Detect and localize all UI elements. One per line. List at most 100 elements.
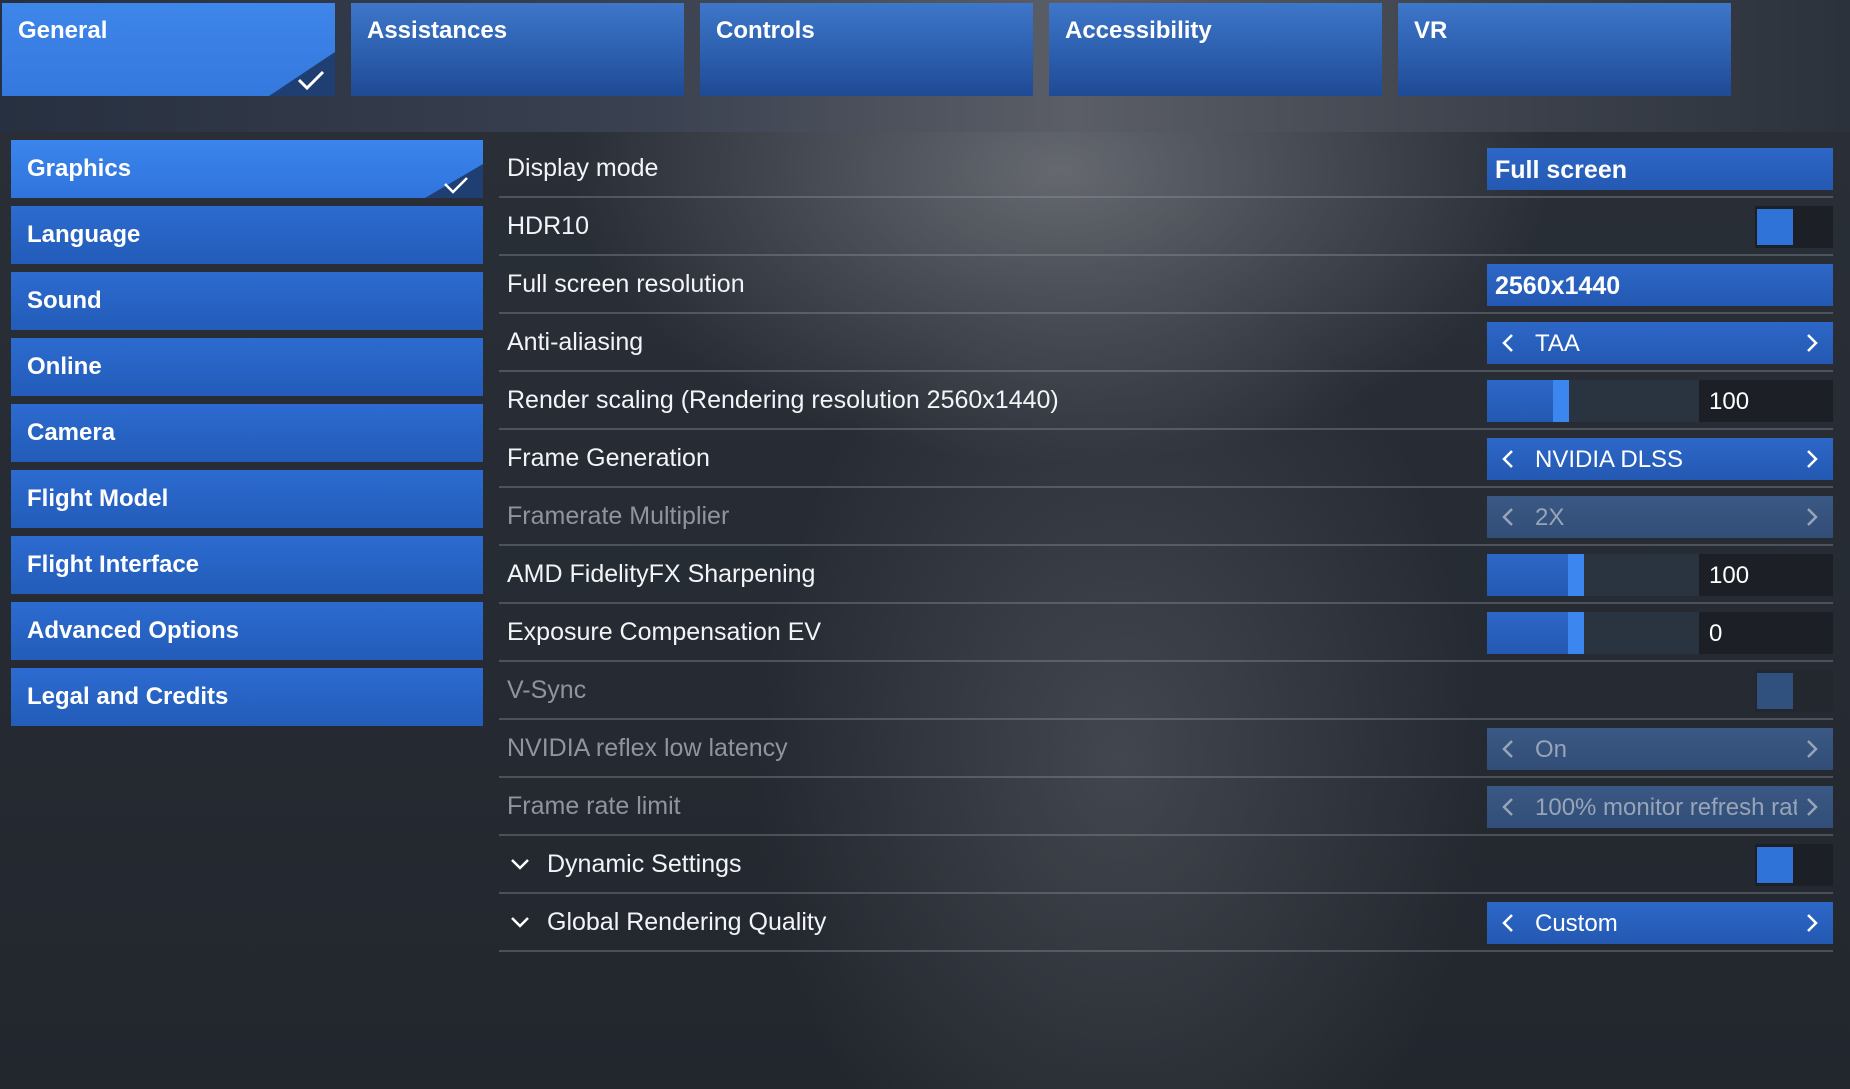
- slider-track: [1487, 380, 1699, 422]
- chevron-down-icon[interactable]: [509, 853, 531, 875]
- sidebar-item-label: Language: [27, 221, 141, 248]
- setting-fidelityfx-sharpening: AMD FidelityFX Sharpening 100: [499, 546, 1833, 604]
- tab-label: Controls: [716, 17, 815, 44]
- sidebar-item-label: Camera: [27, 419, 116, 446]
- slider-track: [1487, 554, 1699, 596]
- tab-assistances[interactable]: Assistances: [351, 3, 684, 96]
- anti-aliasing-value: TAA: [1535, 330, 1580, 357]
- setting-label: Display mode: [507, 154, 659, 182]
- display-mode-value: Full screen: [1495, 156, 1627, 184]
- exposure-value: 0: [1709, 620, 1723, 647]
- setting-label: Render scaling (Rendering resolution 256…: [507, 386, 1059, 414]
- chevron-right-icon: [1807, 798, 1818, 816]
- resolution-dropdown[interactable]: 2560x1440: [1487, 264, 1833, 306]
- setting-label: Frame rate limit: [507, 792, 681, 820]
- render-scaling-slider[interactable]: 100: [1487, 380, 1833, 422]
- tab-vr[interactable]: VR: [1398, 3, 1731, 96]
- frame-generation-selector[interactable]: NVIDIA DLSS: [1487, 438, 1833, 480]
- frame-rate-limit-selector: 100% monitor refresh rate: [1487, 786, 1833, 828]
- slider-fill: [1487, 380, 1562, 422]
- check-icon: [425, 164, 483, 198]
- chevron-left-icon[interactable]: [1497, 332, 1519, 354]
- global-quality-value: Custom: [1535, 910, 1618, 937]
- setting-dynamic-settings: Dynamic Settings: [499, 836, 1833, 894]
- sidebar-item-label: Graphics: [27, 155, 132, 182]
- sidebar-item-label: Sound: [27, 287, 102, 314]
- render-scaling-value: 100: [1709, 388, 1750, 415]
- sidebar-item-advanced-options[interactable]: Advanced Options: [11, 602, 483, 660]
- slider-thumb[interactable]: [1553, 380, 1570, 422]
- sidebar-item-label: Flight Interface: [27, 551, 200, 578]
- toggle-knob: [1757, 673, 1793, 709]
- slider-fill: [1487, 612, 1577, 654]
- check-icon: [269, 52, 335, 96]
- setting-vsync: V-Sync: [499, 662, 1833, 720]
- settings-list: Display mode Full screen HDR10 Full scre…: [499, 140, 1833, 952]
- sidebar-item-language[interactable]: Language: [11, 206, 483, 264]
- reflex-value: On: [1535, 736, 1568, 763]
- sidebar-item-online[interactable]: Online: [11, 338, 483, 396]
- setting-global-rendering-quality: Global Rendering Quality Custom: [499, 894, 1833, 952]
- tab-label: Assistances: [367, 17, 508, 44]
- chevron-right-icon[interactable]: [1801, 332, 1823, 354]
- slider-track: [1487, 612, 1699, 654]
- sidebar-item-label: Flight Model: [27, 485, 169, 512]
- display-mode-dropdown[interactable]: Full screen: [1487, 148, 1833, 190]
- chevron-left-icon[interactable]: [1497, 448, 1519, 470]
- sidebar-item-camera[interactable]: Camera: [11, 404, 483, 462]
- setting-label: Framerate Multiplier: [507, 502, 730, 530]
- setting-label: V-Sync: [507, 676, 587, 704]
- slider-thumb[interactable]: [1568, 612, 1585, 654]
- setting-label: HDR10: [507, 212, 589, 240]
- reflex-selector: On: [1487, 728, 1833, 770]
- slider-fill: [1487, 554, 1577, 596]
- chevron-down-icon[interactable]: [509, 911, 531, 933]
- setting-label: Full screen resolution: [507, 270, 745, 298]
- setting-display-mode: Display mode Full screen: [499, 140, 1833, 198]
- sidebar-item-flight-interface[interactable]: Flight Interface: [11, 536, 483, 594]
- chevron-left-icon: [1502, 508, 1513, 526]
- tab-general[interactable]: General: [2, 3, 335, 96]
- sidebar: Graphics Language Sound Online Camera Fl…: [11, 140, 483, 734]
- chevron-left-icon: [1502, 740, 1513, 758]
- setting-full-screen-resolution: Full screen resolution 2560x1440: [499, 256, 1833, 314]
- resolution-value: 2560x1440: [1495, 272, 1621, 300]
- sidebar-item-sound[interactable]: Sound: [11, 272, 483, 330]
- dynamic-settings-toggle[interactable]: [1755, 844, 1833, 886]
- slider-thumb[interactable]: [1568, 554, 1585, 596]
- setting-frame-rate-limit: Frame rate limit 100% monitor refresh ra…: [499, 778, 1833, 836]
- setting-nvidia-reflex: NVIDIA reflex low latency On: [499, 720, 1833, 778]
- sidebar-item-graphics[interactable]: Graphics: [11, 140, 483, 198]
- tab-controls[interactable]: Controls: [700, 3, 1033, 96]
- chevron-left-icon[interactable]: [1497, 912, 1519, 934]
- tab-label: VR: [1414, 17, 1448, 44]
- setting-label: Dynamic Settings: [547, 850, 742, 878]
- fidelityfx-slider[interactable]: 100: [1487, 554, 1833, 596]
- toggle-knob: [1757, 847, 1793, 883]
- setting-anti-aliasing: Anti-aliasing TAA: [499, 314, 1833, 372]
- chevron-right-icon: [1807, 740, 1818, 758]
- tab-accessibility[interactable]: Accessibility: [1049, 3, 1382, 96]
- anti-aliasing-selector[interactable]: TAA: [1487, 322, 1833, 364]
- sidebar-item-label: Legal and Credits: [27, 683, 229, 710]
- tab-label: Accessibility: [1065, 17, 1212, 44]
- setting-label: NVIDIA reflex low latency: [507, 734, 788, 762]
- hdr10-toggle[interactable]: [1755, 206, 1833, 248]
- sidebar-item-legal-and-credits[interactable]: Legal and Credits: [11, 668, 483, 726]
- exposure-slider[interactable]: 0: [1487, 612, 1833, 654]
- framerate-multiplier-selector: 2X: [1487, 496, 1833, 538]
- setting-label: AMD FidelityFX Sharpening: [507, 560, 816, 588]
- global-quality-selector[interactable]: Custom: [1487, 902, 1833, 944]
- vsync-toggle: [1755, 670, 1833, 712]
- chevron-right-icon[interactable]: [1801, 912, 1823, 934]
- sidebar-item-flight-model[interactable]: Flight Model: [11, 470, 483, 528]
- chevron-right-icon[interactable]: [1801, 448, 1823, 470]
- setting-framerate-multiplier: Framerate Multiplier 2X: [499, 488, 1833, 546]
- setting-hdr10: HDR10: [499, 198, 1833, 256]
- tab-label: General: [18, 17, 108, 44]
- setting-exposure-compensation: Exposure Compensation EV 0: [499, 604, 1833, 662]
- fidelityfx-value: 100: [1709, 562, 1750, 589]
- setting-label: Frame Generation: [507, 444, 710, 472]
- setting-label: Global Rendering Quality: [547, 908, 827, 936]
- frame-generation-value: NVIDIA DLSS: [1535, 446, 1684, 473]
